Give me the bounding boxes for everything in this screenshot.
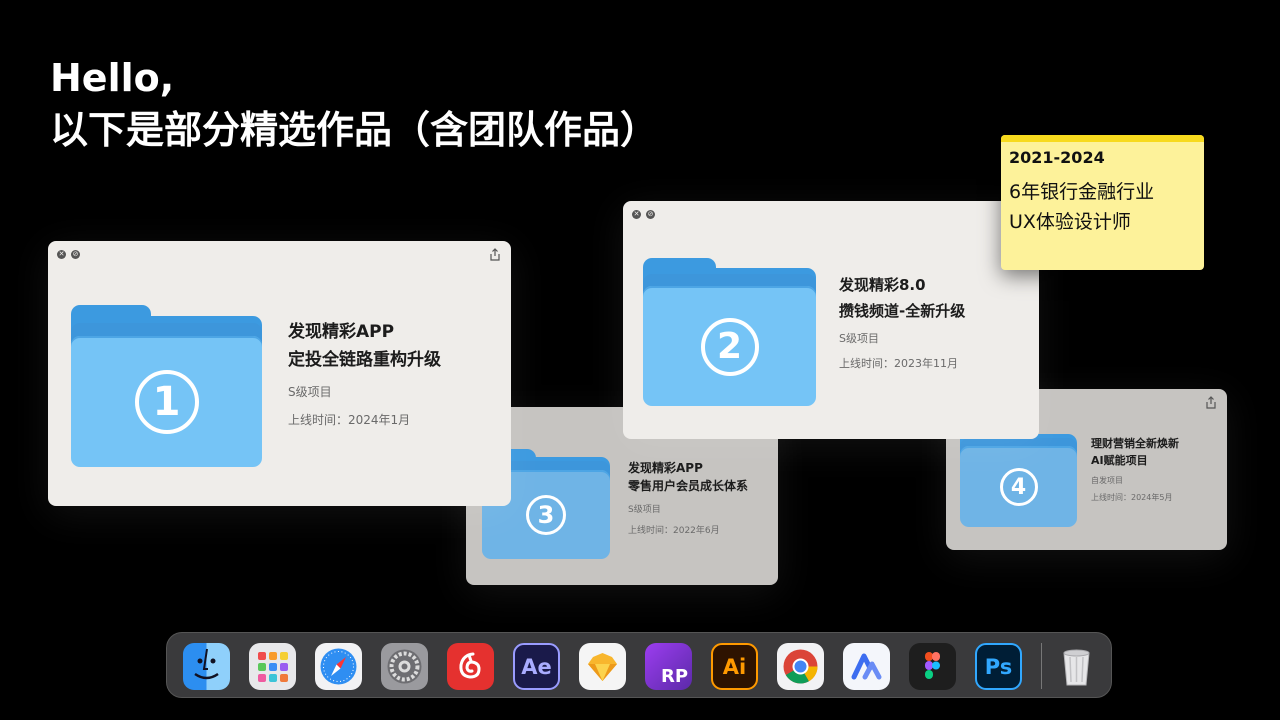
lanhu-icon[interactable] [843, 643, 890, 690]
project-date-3: 上线时间：2022年6月 [628, 526, 720, 536]
project-date-4: 上线时间：2024年5月 [1091, 493, 1173, 502]
note-description: 6年银行金融行业 UX体验设计师 [1009, 177, 1204, 237]
window-controls-1: ✕ ⊘ [57, 250, 80, 259]
project-info-2: 发现精彩8.0 攒钱频道-全新升级 S级项目 上线时间：2023年11月 [839, 272, 965, 371]
after-effects-icon[interactable]: Ae [513, 643, 560, 690]
folder-number-4: 4 [999, 468, 1038, 506]
project-window-1[interactable]: ✕ ⊘ 1 发现精彩APP 定投全链路重构升级 S级项目 上线时间：2024年1… [48, 241, 511, 506]
project-title-1b: 定投全链路重构升级 [288, 350, 441, 370]
sticky-note[interactable]: 2021-2024 6年银行金融行业 UX体验设计师 [1001, 135, 1204, 270]
project-title-4b: AI赋能项目 [1091, 454, 1148, 467]
project-grade-2: S级项目 [839, 332, 879, 345]
note-line2: UX体验设计师 [1009, 211, 1131, 233]
share-icon-1[interactable] [489, 248, 501, 261]
project-date-2: 上线时间：2023年11月 [839, 357, 958, 370]
share-icon-4[interactable] [1205, 396, 1217, 409]
project-title-1a: 发现精彩APP [288, 322, 395, 342]
photoshop-icon[interactable]: Ps [975, 643, 1022, 690]
headline: Hello, 以下是部分精选作品（含团队作品） [50, 52, 658, 156]
illustrator-icon[interactable]: Ai [711, 643, 758, 690]
minimize-icon[interactable]: ⊘ [646, 210, 655, 219]
safari-icon[interactable] [315, 643, 362, 690]
sketch-icon[interactable] [579, 643, 626, 690]
project-window-2[interactable]: ✕ ⊘ 2 发现精彩8.0 攒钱频道-全新升级 S级项目 上线时间：2023年1… [623, 201, 1039, 439]
note-years: 2021-2024 [1009, 148, 1105, 167]
finder-icon[interactable] [183, 643, 230, 690]
dock: Ae RP Ai Ps [166, 632, 1112, 698]
dock-divider [1041, 643, 1042, 689]
project-title-3b: 零售用户会员成长体系 [628, 479, 749, 493]
window-controls-2: ✕ ⊘ [632, 210, 655, 219]
note-line1: 6年银行金融行业 [1009, 181, 1155, 203]
folder-number-1: 1 [134, 370, 199, 435]
project-grade-1: S级项目 [288, 385, 332, 399]
minimize-icon[interactable]: ⊘ [71, 250, 80, 259]
project-grade-3: S级项目 [628, 505, 661, 515]
trash-icon[interactable] [1053, 643, 1100, 690]
project-title-2b: 攒钱频道-全新升级 [839, 302, 966, 320]
project-title-2a: 发现精彩8.0 [839, 276, 926, 294]
folder-icon-2: 2 [643, 258, 816, 406]
project-info-3: 发现精彩APP 零售用户会员成长体系 S级项目 上线时间：2022年6月 [628, 459, 748, 536]
project-info-4: 理财营销全新焕新 AI赋能项目 自发项目 上线时间：2024年5月 [1091, 435, 1179, 503]
folder-icon-4: 4 [960, 427, 1077, 527]
folder-icon-1: 1 [71, 305, 262, 467]
netease-music-icon[interactable] [447, 643, 494, 690]
headline-line2: 以下是部分精选作品（含团队作品） [50, 108, 659, 152]
close-icon[interactable]: ✕ [57, 250, 66, 259]
axure-rp-icon[interactable]: RP [645, 643, 692, 690]
folder-number-2: 2 [700, 317, 759, 376]
project-date-1: 上线时间：2024年1月 [288, 413, 411, 427]
sticky-note-bar [1001, 135, 1204, 142]
folder-number-3: 3 [526, 495, 566, 535]
project-grade-4: 自发项目 [1091, 476, 1123, 485]
project-info-1: 发现精彩APP 定投全链路重构升级 S级项目 上线时间：2024年1月 [288, 318, 441, 428]
project-title-4a: 理财营销全新焕新 [1091, 437, 1179, 450]
close-icon[interactable]: ✕ [632, 210, 641, 219]
axure-rp-label: RP [660, 666, 689, 687]
system-settings-icon[interactable] [381, 643, 428, 690]
figma-icon[interactable] [909, 643, 956, 690]
launchpad-icon[interactable] [249, 643, 296, 690]
project-title-3a: 发现精彩APP [628, 461, 703, 475]
headline-line1: Hello, [50, 56, 175, 100]
chrome-icon[interactable] [777, 643, 824, 690]
